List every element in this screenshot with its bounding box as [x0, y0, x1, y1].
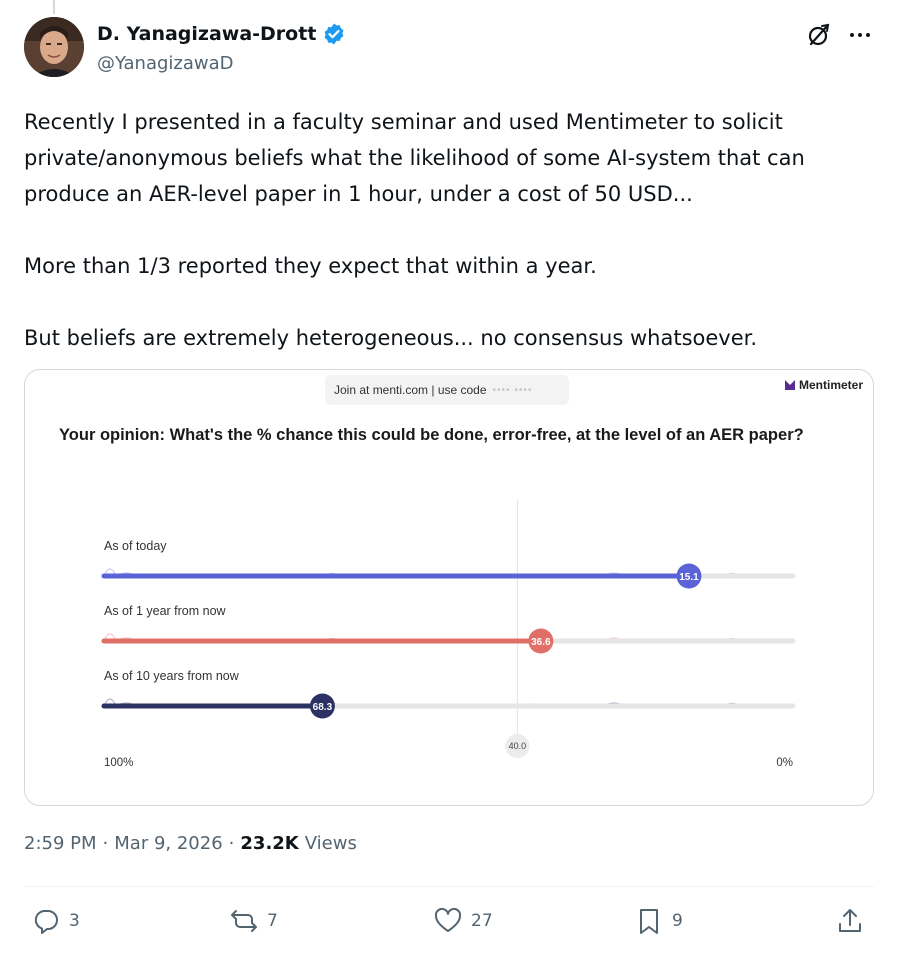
tweet-date[interactable]: Mar 9, 2026 [114, 833, 222, 854]
reply-count: 3 [69, 911, 80, 931]
meta-separator: · [228, 833, 235, 854]
value-label: 36.6 [531, 637, 551, 648]
tweet-paragraph: Recently I presented in a faculty semina… [24, 110, 805, 206]
verified-badge-icon [325, 23, 344, 45]
value-label: 15.1 [679, 572, 699, 583]
share-icon [839, 909, 861, 932]
repost-count: 7 [267, 911, 278, 931]
media-image[interactable]: Join at menti.com | use code •••• •••• M… [24, 369, 874, 806]
heart-icon [434, 907, 462, 932]
more-icon[interactable] [847, 22, 873, 48]
author-name-row[interactable]: D. Yanagizawa-Drott [97, 22, 346, 46]
tweet-text: Recently I presented in a faculty semina… [24, 104, 874, 356]
views-label: Views [304, 833, 357, 854]
like-button[interactable]: 27 [433, 906, 493, 936]
reference-label: 40.0 [509, 741, 527, 751]
reply-button[interactable]: 3 [31, 906, 80, 936]
action-bar: 3 7 27 9 [24, 906, 874, 944]
thread-connector [53, 0, 55, 14]
repost-button[interactable]: 7 [229, 906, 278, 936]
series-label: As of today [104, 539, 167, 553]
series-label: As of 1 year from now [104, 604, 227, 618]
tweet-meta: 2:59 PM · Mar 9, 2026 · 23.2K Views [24, 833, 357, 854]
share-button[interactable] [835, 906, 865, 936]
bookmark-icon [640, 909, 658, 934]
bookmark-count: 9 [672, 911, 683, 931]
tweet-paragraph: More than 1/3 reported they expect that … [24, 254, 597, 278]
series-label: As of 10 years from now [104, 669, 240, 683]
author-display-name[interactable]: D. Yanagizawa-Drott [97, 23, 316, 45]
like-count: 27 [471, 911, 493, 931]
grok-icon[interactable] [806, 22, 832, 48]
scale-right-label: 0% [776, 757, 793, 769]
avatar[interactable] [24, 17, 84, 77]
tweet-paragraph: But beliefs are extremely heterogeneous.… [24, 326, 758, 350]
repost-icon [231, 910, 257, 932]
views-count: 23.2K [240, 833, 299, 854]
scale-left-label: 100% [104, 757, 133, 769]
author-handle[interactable]: @YanagizawaD [97, 53, 234, 74]
reply-icon [34, 910, 58, 934]
tweet-time[interactable]: 2:59 PM [24, 833, 97, 854]
poll-chart: As of today 15.1 As of 1 year from now 36.6… [101, 500, 796, 769]
value-label: 68.3 [313, 702, 333, 713]
meta-separator: · [102, 833, 109, 854]
divider [24, 886, 874, 887]
bookmark-button[interactable]: 9 [634, 906, 683, 936]
